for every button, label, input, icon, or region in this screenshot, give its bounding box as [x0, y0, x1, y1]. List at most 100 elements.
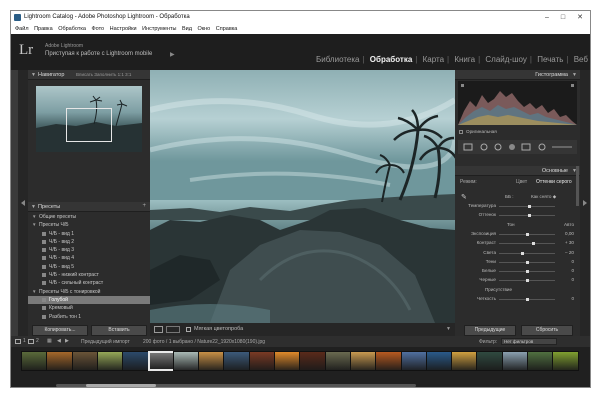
- preset-item[interactable]: ▼ Пресеты Ч/Б: [28, 221, 150, 229]
- folder-toggle-icon[interactable]: ▼: [32, 214, 36, 219]
- module-slideshow[interactable]: Слайд-шоу: [485, 55, 526, 64]
- paste-button[interactable]: Вставить: [91, 325, 147, 336]
- close-button[interactable]: ✕: [573, 12, 587, 23]
- menu-view[interactable]: Вид: [182, 24, 192, 34]
- slider-track[interactable]: [499, 215, 555, 217]
- filmstrip-thumbnail[interactable]: [223, 351, 251, 371]
- filmstrip-thumbnail[interactable]: [400, 351, 428, 371]
- slider-knob[interactable]: [525, 270, 529, 274]
- slider-knob[interactable]: [525, 260, 529, 264]
- filmstrip-thumbnail[interactable]: [198, 351, 226, 371]
- slider-value[interactable]: 0,00: [565, 231, 574, 236]
- add-preset-icon[interactable]: +: [142, 203, 146, 209]
- filmstrip-thumbnail[interactable]: [451, 351, 479, 371]
- filmstrip-thumbnail[interactable]: [248, 351, 276, 371]
- chevron-right-icon[interactable]: ▶: [170, 51, 175, 58]
- module-print[interactable]: Печать: [537, 55, 563, 64]
- menu-edit[interactable]: Правка: [34, 24, 53, 34]
- module-book[interactable]: Книга: [454, 55, 475, 64]
- preset-item[interactable]: ▼ Общие пресеты: [28, 213, 150, 221]
- basic-header[interactable]: Основные ▼: [455, 166, 580, 176]
- before-after-icon[interactable]: [166, 326, 180, 333]
- filmstrip-thumbnail[interactable]: [96, 351, 124, 371]
- wb-dropdown[interactable]: Как снято ◆: [531, 194, 556, 200]
- module-web[interactable]: Веб: [574, 55, 588, 64]
- menu-tools[interactable]: Инструменты: [142, 24, 176, 34]
- menu-help[interactable]: Справка: [216, 24, 238, 34]
- navigator-viewport-box[interactable]: [66, 108, 112, 142]
- preset-item[interactable]: Ч/Б - вид 4: [28, 254, 150, 262]
- slider-knob[interactable]: [525, 298, 529, 301]
- grid-view-icon[interactable]: ▦: [47, 338, 52, 344]
- filmstrip-thumbnail[interactable]: [425, 351, 453, 371]
- soft-proof-checkbox[interactable]: [186, 327, 191, 332]
- folder-toggle-icon[interactable]: ▼: [32, 289, 36, 294]
- navigator-header[interactable]: ▼ Навигатор Вписать Заполнить 1:1 3:1: [28, 70, 150, 80]
- main-photo[interactable]: [150, 70, 455, 323]
- mobile-promo-link[interactable]: Приступая к работе с Lightroom mobile: [45, 51, 152, 57]
- preset-item[interactable]: Ч/Б - вид 2: [28, 238, 150, 246]
- preset-item[interactable]: Ч/Б - низкий контраст: [28, 271, 150, 279]
- filmstrip-thumbnail[interactable]: [527, 351, 554, 371]
- maximize-button[interactable]: □: [556, 12, 570, 23]
- presets-header[interactable]: ▼ Пресеты +: [28, 202, 150, 212]
- page2-icon[interactable]: [28, 339, 34, 344]
- preset-item[interactable]: ▼ Пресеты Ч/Б с тонировкой: [28, 288, 150, 296]
- module-map[interactable]: Карта: [423, 55, 444, 64]
- filmstrip-thumbnail[interactable]: [349, 351, 377, 371]
- slider-value[interactable]: 0: [571, 259, 574, 264]
- filmstrip-thumbnail[interactable]: [324, 351, 352, 371]
- page1-icon[interactable]: [15, 339, 21, 344]
- menu-settings[interactable]: Настройки: [110, 24, 137, 34]
- filmstrip-thumbnail[interactable]: [501, 351, 529, 371]
- folder-toggle-icon[interactable]: ▼: [32, 222, 36, 227]
- panel-scrollbar[interactable]: [576, 166, 579, 206]
- tab-black-white[interactable]: Оттенки серого: [536, 179, 572, 185]
- slider-value[interactable]: Авто: [564, 222, 574, 227]
- loupe-view-icon[interactable]: [154, 326, 163, 333]
- module-develop[interactable]: Обработка: [370, 55, 413, 64]
- slider-knob[interactable]: [528, 205, 532, 208]
- slider-knob[interactable]: [521, 251, 525, 255]
- preset-item[interactable]: Голубой: [28, 295, 150, 305]
- toolbar-menu-icon[interactable]: ▼: [446, 326, 451, 332]
- eyedropper-icon[interactable]: ✎: [461, 193, 467, 201]
- menu-window[interactable]: Окно: [197, 24, 210, 34]
- slider-value[interactable]: – 20: [565, 250, 574, 255]
- source-breadcrumb[interactable]: Предыдущий импорт: [81, 339, 130, 345]
- menu-file[interactable]: Файл: [15, 24, 29, 34]
- highlight-clipping-icon[interactable]: [571, 84, 574, 87]
- filmstrip-thumbnail[interactable]: [274, 351, 301, 371]
- page1-label[interactable]: 1: [23, 338, 26, 344]
- module-library[interactable]: Библиотека: [316, 55, 360, 64]
- previous-button[interactable]: Предыдущие: [464, 325, 516, 336]
- left-panel-toggle[interactable]: [18, 70, 28, 336]
- slider-value[interactable]: + 30: [565, 240, 574, 245]
- slider-knob[interactable]: [532, 242, 536, 246]
- slider-value[interactable]: 0: [571, 277, 574, 282]
- slider-track[interactable]: [499, 243, 555, 245]
- preset-item[interactable]: Ч/Б - вид 5: [28, 263, 150, 271]
- slider-knob[interactable]: [525, 232, 529, 236]
- shadow-clipping-icon[interactable]: [461, 84, 464, 87]
- preset-item[interactable]: Ч/Б - сильный контраст: [28, 279, 150, 287]
- preset-item[interactable]: Кремовый: [28, 304, 150, 312]
- filmstrip-scroll-thumb[interactable]: [86, 384, 156, 387]
- original-checkbox[interactable]: [459, 130, 463, 134]
- filmstrip-thumbnail[interactable]: [122, 351, 150, 371]
- slider-knob[interactable]: [525, 279, 529, 283]
- filmstrip-thumbnail[interactable]: [172, 351, 200, 371]
- preset-item[interactable]: Разбить тон 1: [28, 313, 150, 321]
- filmstrip-thumbnail[interactable]: [476, 351, 504, 371]
- tab-color[interactable]: Цвет: [516, 179, 527, 185]
- filter-dropdown[interactable]: Нет фильтров: [501, 338, 557, 345]
- menu-develop[interactable]: Обработка: [58, 24, 86, 34]
- minimize-button[interactable]: –: [540, 12, 554, 23]
- slider-value[interactable]: 0: [571, 268, 574, 273]
- slider-track[interactable]: [499, 206, 555, 207]
- filmstrip-thumbnail[interactable]: [46, 351, 74, 371]
- navigator-preview[interactable]: [36, 86, 142, 152]
- slider-value[interactable]: 0: [571, 296, 574, 301]
- preset-item[interactable]: Ч/Б - вид 1: [28, 230, 150, 238]
- filmstrip-thumbnail[interactable]: [71, 351, 99, 371]
